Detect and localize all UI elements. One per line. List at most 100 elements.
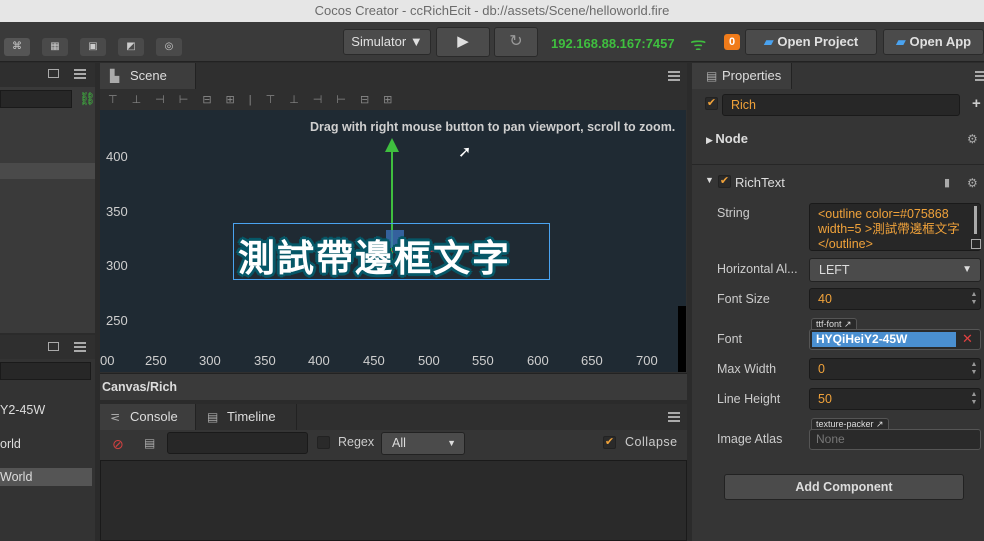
x-tick-label: 600 (527, 353, 549, 368)
rotate-tool-icon[interactable]: ▦ (42, 38, 68, 56)
folder-icon: ▰ (895, 34, 906, 49)
coord-tool-icon[interactable]: ◎ (156, 38, 182, 56)
component-enabled-checkbox[interactable]: ✔ (718, 175, 731, 188)
menu-icon[interactable] (668, 412, 680, 422)
rich-text-node[interactable]: 測試帶邊框文字 (233, 223, 550, 280)
collapse-checkbox[interactable]: ✔ (603, 436, 616, 449)
main-toolbar: ⌘ ▦ ▣ ◩ ◎ Simulator ▼ ▶ ↻ 192.168.88.167… (0, 22, 984, 62)
regex-checkbox[interactable] (317, 436, 330, 449)
font-size-label: Font Size (717, 292, 770, 306)
image-atlas-field[interactable]: None (809, 429, 981, 450)
open-app-button[interactable]: ▰ Open App (883, 29, 984, 55)
rect-tool-icon[interactable]: ◩ (118, 38, 144, 56)
tab-console-label: Console (130, 409, 178, 424)
timeline-icon: ▤ (207, 410, 219, 424)
stepper-icon[interactable]: ▲ ▼ (970, 291, 978, 307)
menu-icon[interactable] (668, 71, 680, 81)
external-link-icon[interactable]: ↗ (844, 319, 852, 329)
max-width-label: Max Width (717, 362, 777, 376)
line-height-input[interactable]: 50 ▲ ▼ (809, 388, 981, 410)
file-icon[interactable]: ▤ (144, 436, 155, 450)
tab-properties-label: Properties (722, 68, 782, 83)
scene-viewport[interactable]: Drag with right mouse button to pan view… (100, 110, 686, 372)
max-width-input[interactable]: 0 ▲ ▼ (809, 358, 981, 380)
open-project-label: Open Project (777, 34, 859, 49)
open-project-button[interactable]: ▰ Open Project (745, 29, 877, 55)
asset-item[interactable]: Y2-45W (0, 403, 45, 417)
console-search-input[interactable] (167, 432, 308, 454)
y-tick-label: 300 (106, 258, 128, 273)
stepper-icon[interactable]: ▲ ▼ (970, 391, 978, 407)
add-icon[interactable]: + (972, 95, 981, 112)
tab-properties[interactable]: ▤ Properties (692, 63, 792, 89)
notification-badge[interactable]: 0 (724, 34, 740, 50)
external-link-icon[interactable]: ↗ (876, 419, 884, 429)
node-active-checkbox[interactable]: ✔ (705, 97, 718, 110)
asset-item-selected[interactable]: World (0, 468, 92, 486)
menu-icon[interactable] (74, 69, 86, 79)
folder-icon: ▰ (763, 34, 774, 49)
asset-item[interactable]: orld (0, 437, 21, 451)
chevron-right-icon: ▶ (706, 135, 716, 145)
open-app-label: Open App (909, 34, 972, 49)
hierarchy-selected-row[interactable] (0, 163, 95, 179)
popout-icon[interactable] (48, 342, 59, 351)
divider (692, 164, 984, 165)
simulator-dropdown[interactable]: Simulator ▼ (343, 29, 431, 55)
node-name-input[interactable]: Rich (722, 94, 960, 116)
chevron-down-icon: ▼ (962, 264, 972, 275)
align-toolbar[interactable]: ⊤⊥⊣⊢⊟⊞|⊤⊥⊣⊢⊟⊞ (108, 93, 438, 107)
clear-icon[interactable]: ⊘ (112, 436, 124, 453)
refresh-icon: ↻ (509, 33, 523, 50)
textarea-resize-handle[interactable] (971, 239, 981, 249)
font-label: Font (717, 332, 743, 346)
font-asset-value: HYQiHeiY2-45W (812, 332, 956, 347)
assets-search-input[interactable] (0, 362, 91, 380)
gear-icon[interactable]: ⚙ (967, 132, 978, 146)
scale-tool-icon[interactable]: ▣ (80, 38, 106, 56)
play-button[interactable]: ▶ (436, 27, 490, 57)
viewport-edge (678, 306, 686, 372)
max-width-value: 0 (818, 362, 825, 376)
add-component-button[interactable]: Add Component (724, 474, 964, 500)
window-title: Cocos Creator - ccRichEcit - db://assets… (0, 0, 984, 22)
font-size-value: 40 (818, 292, 832, 306)
popout-icon[interactable] (48, 69, 59, 78)
tab-timeline-label: Timeline (227, 409, 276, 424)
x-tick-label: 500 (418, 353, 440, 368)
console-log-area[interactable] (100, 460, 687, 541)
x-tick-label: 400 (308, 353, 330, 368)
refresh-button[interactable]: ↻ (494, 27, 538, 57)
y-tick-label: 250 (106, 313, 128, 328)
x-tick-label: 700 (636, 353, 658, 368)
properties-icon: ▤ (706, 69, 718, 83)
assets-panel: Y2-45W orld World (0, 335, 95, 541)
horizontal-align-select[interactable]: LEFT ▼ (809, 258, 981, 282)
textarea-scrollbar[interactable] (974, 206, 977, 234)
regex-label: Regex (338, 435, 375, 449)
move-tool-icon[interactable]: ⌘ (4, 38, 30, 56)
link-icon[interactable]: ⛓ (79, 91, 96, 107)
stepper-icon[interactable]: ▲ ▼ (970, 361, 978, 377)
font-size-input[interactable]: 40 ▲ ▼ (809, 288, 981, 310)
book-icon[interactable]: ▮ (944, 176, 950, 189)
tab-console[interactable]: ⋜ Console (100, 404, 196, 430)
x-tick-label: 00 (100, 353, 115, 368)
font-asset-field[interactable]: HYQiHeiY2-45W ✕ (809, 329, 981, 350)
chevron-down-icon[interactable]: ▼ (705, 175, 714, 185)
tab-timeline[interactable]: ▤ Timeline (197, 404, 297, 430)
log-level-select[interactable]: All ▼ (381, 432, 465, 455)
console-icon: ⋜ (110, 410, 121, 424)
node-section-header[interactable]: ▶ Node (706, 131, 748, 146)
string-textarea[interactable]: <outline color=#075868 width=5 >測試帶邊框文字<… (809, 203, 981, 251)
y-arrow-icon[interactable] (385, 138, 399, 152)
clear-font-icon[interactable]: ✕ (962, 331, 973, 347)
hierarchy-search-input[interactable] (0, 90, 72, 108)
y-tick-label: 350 (106, 204, 128, 219)
tab-scene[interactable]: ▙ Scene (100, 63, 196, 89)
menu-icon[interactable] (975, 71, 984, 81)
chevron-down-icon: ▼ (447, 438, 456, 448)
scene-icon: ▙ (110, 69, 120, 83)
gear-icon[interactable]: ⚙ (967, 176, 978, 190)
menu-icon[interactable] (74, 342, 86, 352)
